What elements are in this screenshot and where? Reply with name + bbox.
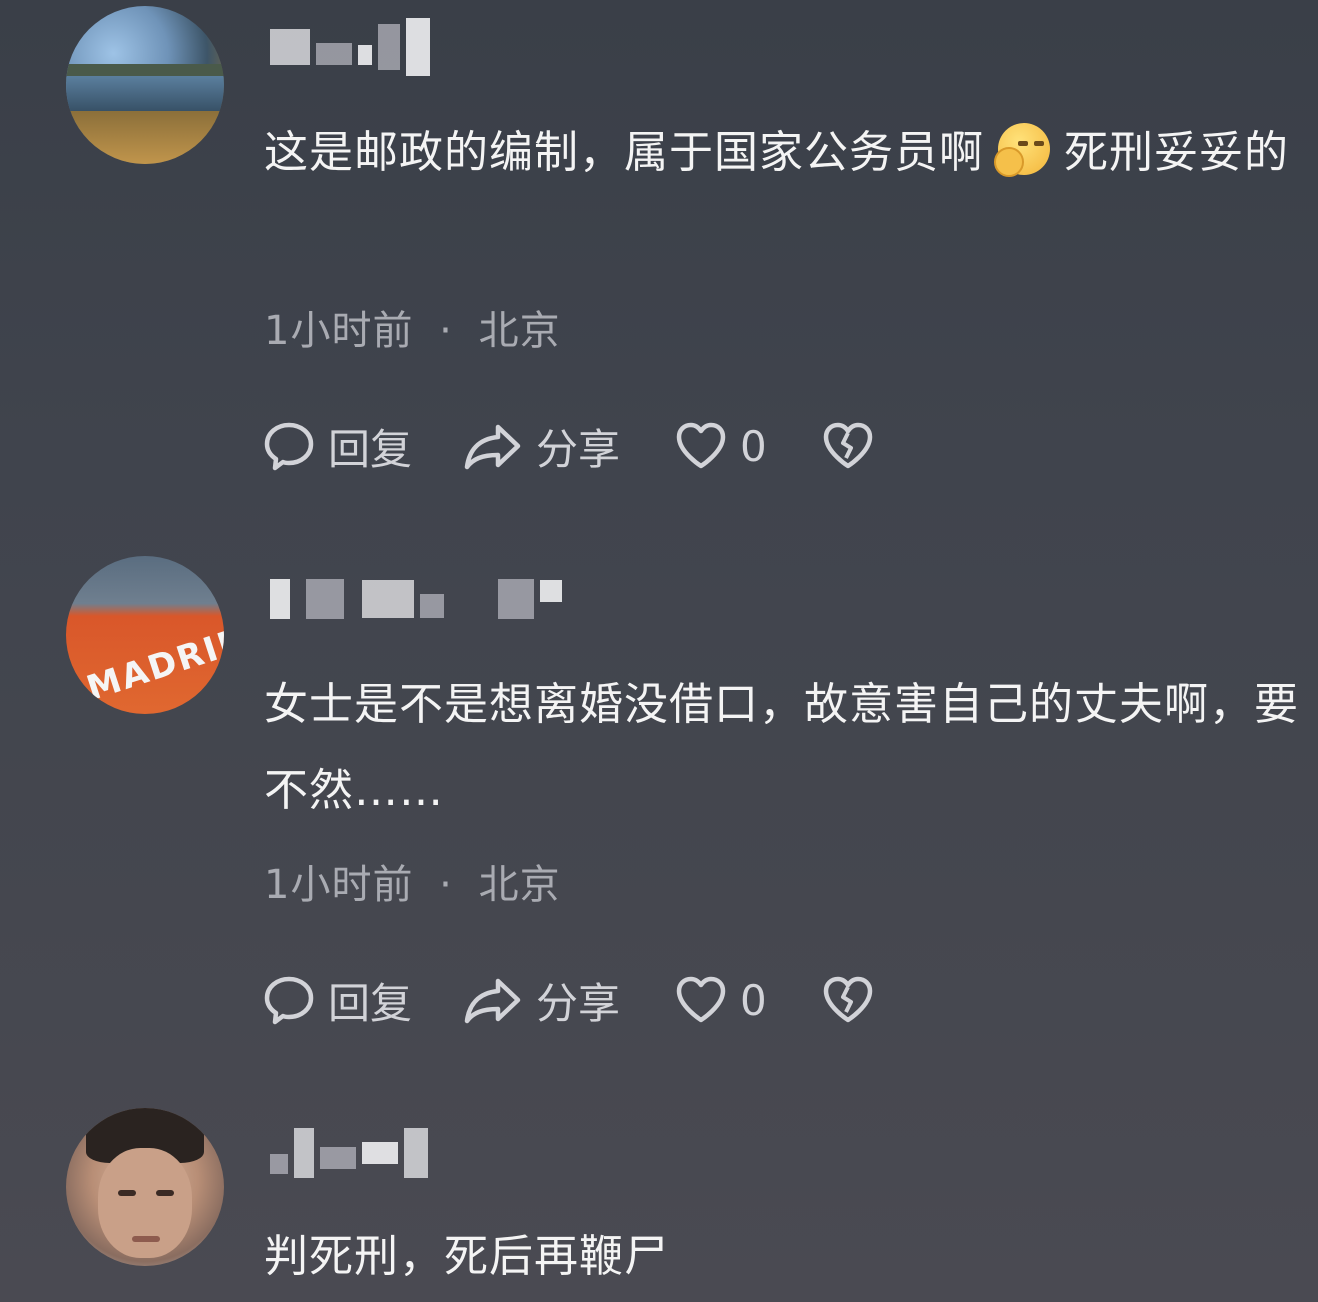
heart-icon: [676, 976, 726, 1023]
username-pixelated[interactable]: [270, 570, 562, 628]
share-button[interactable]: 分享: [462, 416, 620, 477]
thinking-face-emoji-icon: [994, 123, 1054, 177]
comment-bubble-icon: [264, 976, 314, 1025]
broken-heart-icon: [823, 976, 873, 1023]
action-bar: 回复 分享 0: [262, 970, 875, 1030]
like-button[interactable]: 0: [674, 975, 767, 1025]
dislike-button[interactable]: [821, 421, 875, 471]
location: 北京: [478, 862, 561, 908]
comment-meta: 1小时前 · 北京: [264, 298, 561, 356]
share-arrow-icon: [464, 424, 521, 470]
comment-text: 女士是不是想离婚没借口，故意害自己的丈夫啊，要不然……: [264, 679, 1299, 816]
like-count: 0: [740, 975, 767, 1025]
share-label: 分享: [536, 424, 621, 474]
action-bar: 回复 分享 0: [262, 416, 875, 476]
like-count: 0: [740, 421, 767, 471]
avatar-court-text: MADRID: [81, 619, 224, 709]
separator: ·: [439, 308, 453, 354]
comment-text: 判死刑，死后再鞭尸: [264, 1231, 669, 1282]
comment-bubble-icon: [264, 422, 314, 471]
location: 北京: [478, 308, 561, 354]
avatar[interactable]: MADRID: [66, 556, 224, 714]
heart-icon: [676, 422, 726, 469]
reply-button[interactable]: 回复: [262, 416, 412, 477]
reply-label: 回复: [328, 978, 413, 1028]
dislike-button[interactable]: [821, 975, 875, 1025]
share-label: 分享: [536, 978, 621, 1028]
like-button[interactable]: 0: [674, 421, 767, 471]
avatar[interactable]: [66, 1108, 224, 1266]
username-pixelated[interactable]: [270, 1124, 428, 1182]
reply-button[interactable]: 回复: [262, 970, 412, 1031]
timestamp: 1小时前: [264, 862, 414, 908]
timestamp: 1小时前: [264, 308, 414, 354]
share-button[interactable]: 分享: [462, 970, 620, 1031]
reply-label: 回复: [328, 424, 413, 474]
comment-meta: 1小时前 · 北京: [264, 852, 561, 910]
share-arrow-icon: [464, 978, 521, 1024]
username-pixelated[interactable]: [270, 18, 430, 76]
comment-text: 这是邮政的编制，属于国家公务员啊 死刑妥妥的: [264, 110, 1304, 196]
broken-heart-icon: [823, 422, 873, 469]
avatar[interactable]: [66, 6, 224, 164]
separator: ·: [439, 862, 453, 908]
